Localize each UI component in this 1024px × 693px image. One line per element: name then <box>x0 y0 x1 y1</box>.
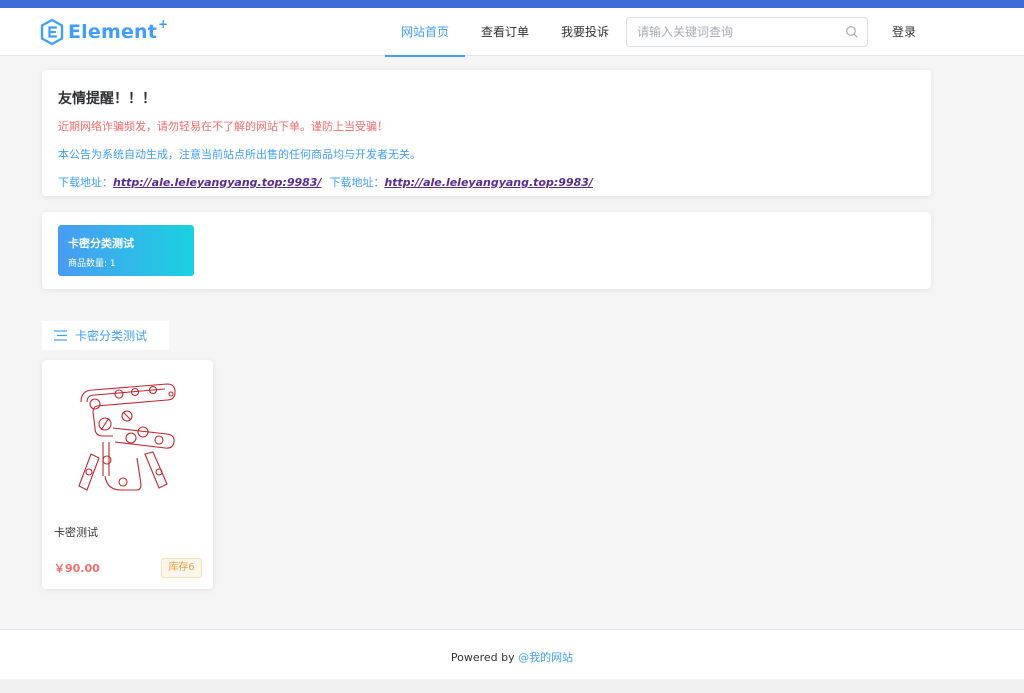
category-count: 商品数量: 1 <box>68 259 116 269</box>
logo-plus: + <box>158 17 169 31</box>
product-card[interactable]: 卡密测试 ￥90.00 库存6 <box>42 360 213 589</box>
product-name: 卡密测试 <box>54 526 98 539</box>
menu-icon <box>54 330 67 341</box>
main-nav: 网站首页 查看订单 我要投诉 <box>385 8 625 57</box>
search-box <box>626 17 868 47</box>
browser-top-strip <box>0 0 1024 8</box>
site-header: Element + 网站首页 查看订单 我要投诉 登录 <box>0 8 1024 57</box>
stock-badge: 库存6 <box>161 558 202 578</box>
notice-card: 友情提醒！！！ 近期网络诈骗频发，请勿轻易在不了解的网站下单。谨防上当受骗！ 本… <box>42 70 931 196</box>
site-logo[interactable]: Element + <box>40 17 171 46</box>
category-card: 卡密分类测试 商品数量: 1 <box>42 212 931 289</box>
nav-complaint[interactable]: 我要投诉 <box>545 8 625 56</box>
logo-text: Element <box>68 21 158 43</box>
download-link-2[interactable]: http://ale.leleyangyang.top:9983/ <box>384 176 592 189</box>
footer-site-link[interactable]: @我的网站 <box>518 651 573 664</box>
category-tile[interactable]: 卡密分类测试 商品数量: 1 <box>58 225 194 276</box>
category-section-tab[interactable]: 卡密分类测试 <box>42 321 169 350</box>
notice-title: 友情提醒！！！ <box>58 91 156 107</box>
notice-warning-text: 近期网络诈骗频发，请勿轻易在不了解的网站下单。谨防上当受骗！ <box>58 120 388 133</box>
footer-prefix: Powered by <box>450 651 519 664</box>
product-image <box>78 383 176 491</box>
notice-info-text: 本公告为系统自动生成，注意当前站点所出售的任何商品均与开发者无关。 <box>58 148 421 161</box>
download-link-1[interactable]: http://ale.leleyangyang.top:9983/ <box>113 176 321 189</box>
bottom-strip <box>0 679 1024 693</box>
download-label-1: 下载地址： <box>58 176 113 189</box>
section-tab-label: 卡密分类测试 <box>75 329 148 343</box>
login-link[interactable]: 登录 <box>892 8 916 56</box>
product-price: ￥90.00 <box>54 562 100 575</box>
nav-home[interactable]: 网站首页 <box>385 8 466 57</box>
element-logo-icon <box>40 19 64 45</box>
site-footer: Powered by @我的网站 <box>0 629 1024 679</box>
category-name: 卡密分类测试 <box>68 237 134 250</box>
search-input[interactable] <box>627 18 837 46</box>
download-links: 下载地址：http://ale.leleyangyang.top:9983/下载… <box>58 174 915 190</box>
search-icon[interactable] <box>845 25 859 39</box>
nav-orders[interactable]: 查看订单 <box>465 8 545 56</box>
download-label-2: 下载地址： <box>329 176 385 189</box>
